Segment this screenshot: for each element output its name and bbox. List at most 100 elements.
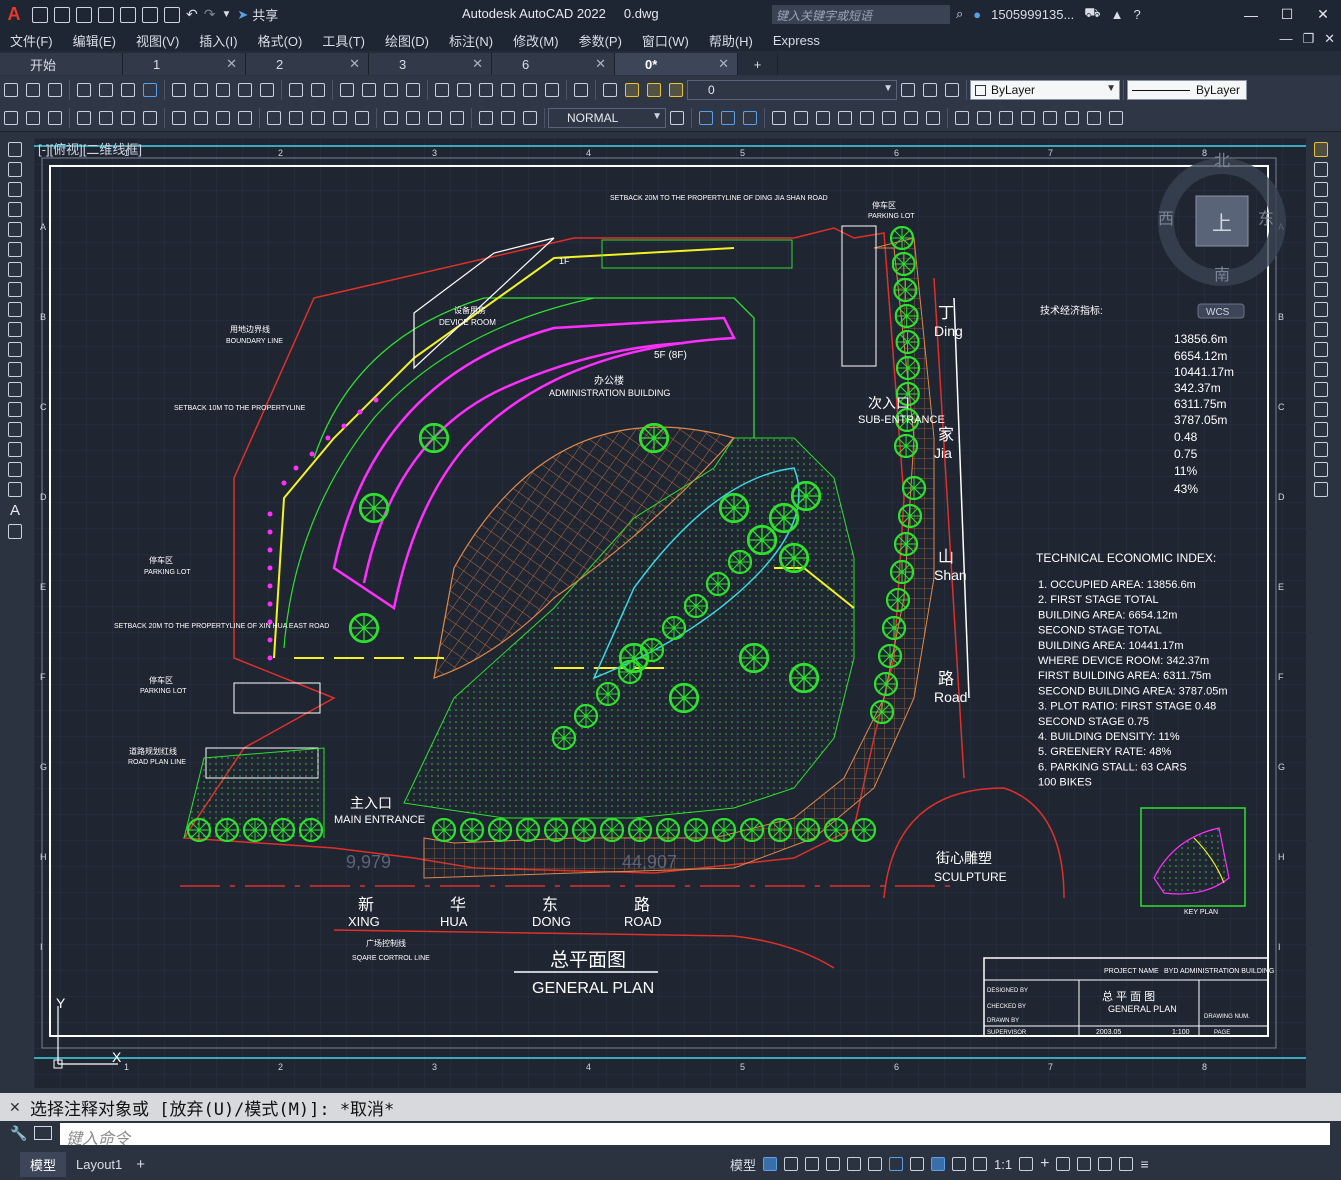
chamfer-icon[interactable] bbox=[977, 110, 991, 125]
baseline-dim-icon[interactable] bbox=[289, 110, 303, 125]
circle-icon[interactable] bbox=[8, 262, 22, 277]
extend-icon[interactable] bbox=[904, 110, 918, 125]
angular-dim-icon[interactable] bbox=[238, 110, 252, 125]
jogged-dim-icon[interactable] bbox=[194, 110, 208, 125]
dim-style-icon[interactable] bbox=[48, 110, 62, 125]
tolerance-icon[interactable] bbox=[384, 110, 398, 125]
edit-text-icon[interactable] bbox=[4, 110, 18, 125]
redo-icon[interactable]: ↷ bbox=[204, 6, 216, 23]
radius-dim-icon[interactable] bbox=[172, 110, 186, 125]
dim-update-icon[interactable] bbox=[523, 110, 537, 125]
object-snap-tracking-icon[interactable] bbox=[868, 1157, 883, 1171]
join-icon[interactable] bbox=[955, 110, 969, 125]
close-command-icon[interactable]: ✕ bbox=[9, 1099, 21, 1116]
viewport-label[interactable]: [-][俯视][二维线框] bbox=[38, 139, 142, 158]
chamfer-icon[interactable] bbox=[1314, 442, 1328, 457]
join-icon[interactable] bbox=[1314, 422, 1328, 437]
ellipse-arc-icon[interactable] bbox=[8, 342, 22, 357]
ordinate-dim-icon[interactable] bbox=[143, 110, 157, 125]
polar-icon[interactable] bbox=[826, 1157, 841, 1171]
dim-space-icon[interactable] bbox=[333, 110, 347, 125]
paste-icon[interactable] bbox=[216, 83, 230, 97]
tab-0[interactable]: 开始 bbox=[0, 53, 123, 75]
tab-close-icon[interactable]: ✕ bbox=[595, 56, 606, 72]
auto-scale-icon[interactable] bbox=[952, 1157, 967, 1171]
trim-icon[interactable] bbox=[882, 110, 896, 125]
move-icon[interactable] bbox=[1314, 262, 1328, 277]
break-icon[interactable] bbox=[926, 110, 940, 125]
quick-dim-icon[interactable] bbox=[267, 110, 281, 125]
autodesk-icon[interactable]: ▲ bbox=[1111, 7, 1124, 22]
lineweight-icon[interactable] bbox=[910, 1157, 925, 1171]
jogged-linear-icon[interactable] bbox=[450, 110, 464, 125]
scale-icon[interactable] bbox=[1314, 302, 1328, 317]
view-cube-top[interactable]: 上 bbox=[1212, 212, 1232, 235]
cart-icon[interactable]: ⛟ bbox=[1084, 5, 1100, 23]
close-icon[interactable]: ✕ bbox=[1305, 0, 1341, 29]
hatch-icon[interactable] bbox=[8, 422, 22, 437]
fillet-icon[interactable] bbox=[999, 110, 1013, 125]
tab-1[interactable]: 1 ✕ bbox=[123, 53, 246, 75]
extend-icon[interactable] bbox=[1314, 362, 1328, 377]
open-icon[interactable] bbox=[54, 6, 70, 23]
open-icon[interactable] bbox=[26, 83, 40, 97]
lengthen-icon[interactable] bbox=[1087, 110, 1101, 125]
ellipse-icon[interactable] bbox=[8, 322, 22, 337]
array-icon[interactable] bbox=[1314, 242, 1328, 257]
dim-override-icon[interactable] bbox=[670, 110, 684, 125]
add-selected-icon[interactable] bbox=[8, 524, 22, 539]
design-center-icon[interactable] bbox=[457, 83, 471, 97]
erase-icon[interactable] bbox=[1314, 162, 1328, 177]
command-menu-icon[interactable] bbox=[34, 1126, 52, 1140]
menu-item-6[interactable]: 绘图(D) bbox=[375, 31, 439, 50]
plot-icon[interactable] bbox=[77, 83, 91, 97]
stretch-icon[interactable] bbox=[860, 110, 874, 125]
mirror-icon[interactable] bbox=[1314, 202, 1328, 217]
rotate-icon[interactable] bbox=[816, 110, 830, 125]
insert-block-icon[interactable] bbox=[8, 362, 22, 377]
continue-dim-icon[interactable] bbox=[311, 110, 325, 125]
compass-north[interactable]: 北 bbox=[1214, 152, 1230, 170]
tab-5[interactable]: 0* ✕ bbox=[615, 53, 738, 75]
copy-modify-icon[interactable] bbox=[699, 110, 713, 125]
layer-on-icon[interactable] bbox=[625, 83, 639, 97]
linetype-combo[interactable]: ByLayer bbox=[1127, 80, 1247, 100]
compass-west[interactable]: 西 bbox=[1158, 211, 1174, 228]
menu-item-3[interactable]: 插入(I) bbox=[189, 31, 247, 50]
tab-4[interactable]: 6 ✕ bbox=[492, 53, 615, 75]
array-icon[interactable] bbox=[772, 110, 786, 125]
diameter-dim-icon[interactable] bbox=[216, 110, 230, 125]
zoom-previous-icon[interactable] bbox=[406, 83, 420, 97]
menu-item-8[interactable]: 修改(M) bbox=[503, 31, 569, 50]
blend-icon[interactable] bbox=[1065, 110, 1079, 125]
mirror-icon[interactable] bbox=[721, 110, 735, 125]
menu-item-9[interactable]: 参数(P) bbox=[569, 31, 632, 50]
menu-item-12[interactable]: Express bbox=[763, 33, 830, 48]
rotate-icon[interactable] bbox=[1314, 282, 1328, 297]
help-icon[interactable]: ? bbox=[1134, 7, 1141, 22]
publish-icon[interactable] bbox=[121, 83, 135, 97]
offset-icon[interactable] bbox=[743, 110, 757, 125]
fullscreen-icon[interactable] bbox=[1119, 1157, 1134, 1171]
text-style-combo[interactable]: NORMAL ▼ bbox=[548, 107, 666, 128]
search-icon[interactable]: ⌕ bbox=[956, 6, 963, 22]
publish-icon[interactable] bbox=[142, 6, 158, 23]
ortho-icon[interactable] bbox=[805, 1157, 820, 1171]
zoom-realtime-icon[interactable] bbox=[362, 83, 376, 97]
scale-icon[interactable] bbox=[838, 110, 852, 125]
tab-close-icon[interactable]: ✕ bbox=[226, 56, 237, 72]
print-icon[interactable] bbox=[164, 6, 180, 23]
compass-east[interactable]: 东 bbox=[1258, 210, 1274, 228]
isolate-icon[interactable] bbox=[1056, 1157, 1071, 1171]
wcs-label[interactable]: WCS bbox=[1206, 307, 1230, 318]
menu-item-0[interactable]: 文件(F) bbox=[0, 31, 63, 50]
isodraft-icon[interactable] bbox=[847, 1157, 862, 1171]
3d-dwf-icon[interactable] bbox=[143, 83, 157, 97]
autocad-logo[interactable]: A bbox=[0, 0, 28, 29]
center-mark-icon[interactable] bbox=[406, 110, 420, 125]
menu-item-1[interactable]: 编辑(E) bbox=[63, 31, 126, 50]
construction-line-icon[interactable] bbox=[8, 162, 22, 177]
undo-icon[interactable]: ↶ bbox=[186, 6, 198, 23]
menu-item-2[interactable]: 视图(V) bbox=[126, 31, 189, 50]
make-block-icon[interactable] bbox=[8, 382, 22, 397]
